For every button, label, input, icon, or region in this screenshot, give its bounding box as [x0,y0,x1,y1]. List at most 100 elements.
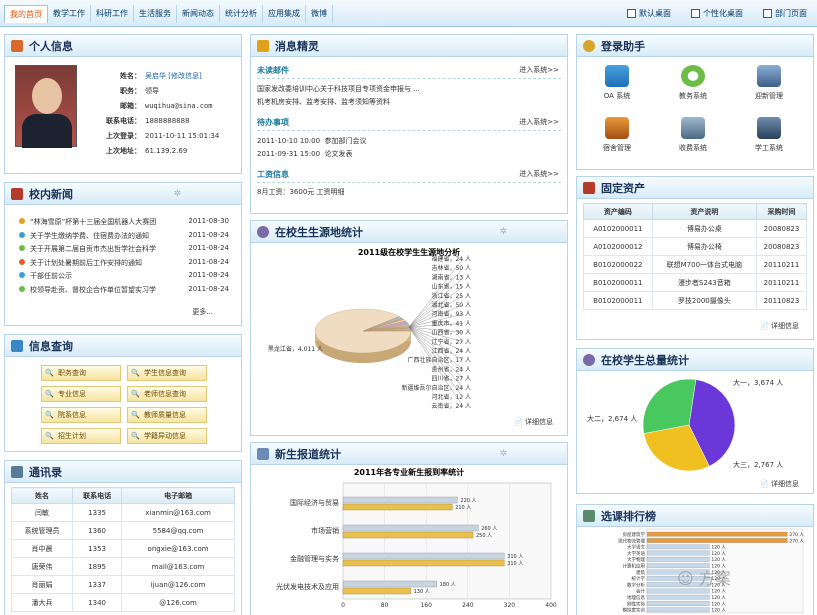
position-query-button[interactable]: 职务查询 [41,365,121,381]
table-row[interactable]: B0102000022 联想M700一体台式电脑 20110211 [583,255,808,274]
table-row[interactable]: 唐荣伟 1895 mail@163.com [10,557,235,576]
bar-plan [342,552,505,560]
table-cell: B0102000011 [583,273,653,292]
table-row[interactable]: 系统管理员 1360 5584@qq.com [10,521,235,540]
teacher-info-query-button[interactable]: 老师信息查询 [127,386,207,402]
major-info-button[interactable]: 专业信息 [41,386,121,402]
checkbox-icon[interactable] [763,9,772,18]
enter-salary-link[interactable]: 进入系统>> [519,169,559,179]
news-item[interactable]: 关于学生缴纳学费、住宿费办法的通知 2011-08-24 [19,231,229,241]
table-cell: @126.com [121,593,235,612]
enrollment-plan-button[interactable]: 招生计划 [41,428,121,444]
table-row[interactable]: B0102000011 罗技2000摄像头 20110823 [583,291,808,310]
news-item[interactable]: 关于计划处暑期前后工作安排的通知 2011-08-24 [19,258,229,268]
mail-item[interactable]: 机考机房安排、监考安排、监考须知等资料 [257,96,420,109]
student-affairs-link[interactable]: 学工系统 [741,117,797,153]
department-info-button[interactable]: 院系信息 [41,407,121,423]
column-header[interactable]: 姓名 [10,487,74,504]
table-cell: 20080823 [755,219,808,238]
news-item[interactable]: 关于开展第二届自贡市杰出哲学社会科学 2011-08-24 [19,244,229,254]
tab-integration[interactable]: 应用集成 [263,5,306,23]
student-info-query-button[interactable]: 学生信息查询 [127,365,207,381]
todo-item[interactable]: 2011-10-10 10:00 参加部门会议 [257,135,367,148]
bar-label: 120 人 [711,601,726,607]
tab-statistics[interactable]: 统计分析 [220,5,263,23]
department-page-option[interactable]: 部门页面 [763,8,807,19]
slice-label: 湖南省，13 人 [431,273,471,281]
house-icon [605,117,629,139]
tab-weibo[interactable]: 微博 [306,5,333,23]
column-header[interactable]: 资产说明 [651,203,757,220]
table-cell: 罗技2000摄像头 [651,291,757,310]
tab-home[interactable]: 我的首页 [4,5,48,23]
mail-item[interactable]: 国家发改委培训中心关于科技项目专项资金申报与 ... [257,83,420,96]
teacher-quality-button[interactable]: 教师质量信息 [127,407,207,423]
checkbox-icon[interactable] [691,9,700,18]
table-row[interactable]: B0102000011 漫步者S243音箱 20110211 [583,273,808,292]
slice-label: 云南省，24 人 [431,402,471,410]
todo-label: 待办事项 [257,118,289,127]
origin-detail-link[interactable]: 📄 详细信息 [514,417,553,427]
enter-todo-link[interactable]: 进入系统>> [519,117,559,127]
oa-icon [605,65,629,87]
table-row[interactable]: 肖中晨 1353 ongxie@163.com [10,539,235,558]
edit-profile-link[interactable]: 吴启华 [修改信息] [145,72,202,80]
todo-list: 2011-10-10 10:00 参加部门会议 2011-09-31 15:00… [257,135,367,161]
bullet-icon [19,272,25,278]
assets-detail-link[interactable]: 📄 详细信息 [760,321,799,331]
fee-system-link[interactable]: 收费系统 [665,117,721,153]
table-row[interactable]: A0102000012 博易办公椅 20080823 [583,237,808,256]
welcome-system-link[interactable]: 迎新管理 [741,65,797,101]
bar [646,607,710,613]
column-header[interactable]: 资产编码 [583,203,653,220]
news-item[interactable]: 校领导赴贡、督校企合作单位暂望实习学 2011-08-24 [19,285,229,295]
oa-system-link[interactable]: OA 系统 [589,65,645,101]
bar-label: 180 人 [440,582,456,588]
academic-system-link[interactable]: 教务系统 [665,65,721,101]
news-item[interactable]: “林海雪原”杯第十三届全国机器人大赛团 2011-08-30 [19,217,229,227]
table-row[interactable]: 肖丽娟 1337 ijuan@126.com [10,575,235,594]
category-label: 房屋建筑学 [623,531,646,538]
table-cell: 1340 [72,593,123,612]
column-header[interactable]: 采购时间 [755,203,808,220]
status-change-button[interactable]: 学籍异动信息 [127,428,207,444]
login-header: 登录助手 [577,35,813,57]
table-row[interactable]: 潘大兵 1340 @126.com [10,593,235,612]
category-label: 计算机应用 [623,563,646,570]
slice-label: 福建省，24 人 [431,255,471,263]
salary-label: 工资信息 [257,170,289,179]
salary-text[interactable]: 8月工资：3600元 工资明细 [257,187,345,197]
bar-label: 120 人 [711,557,726,563]
assets-table-wrap: 资产编码 资产说明 采购时间 A0102000011 博易办公桌 20080823 A01… [577,199,813,314]
column-header[interactable]: 联系电话 [72,487,123,504]
contacts-panel: 通讯录 姓名 联系电话 电子邮箱 闫敏 1335 xianmin@163.com 系统管理… [4,460,242,615]
tab-teaching[interactable]: 教学工作 [48,5,91,23]
top-nav-bar: 我的首页 教学工作 科研工作 生活服务 新闻动态 统计分析 应用集成 微博 默认… [0,0,817,27]
table-cell: 闫敏 [10,503,74,522]
tab-research[interactable]: 科研工作 [91,5,134,23]
bullet-icon [19,245,25,251]
fee-icon [681,117,705,139]
bar-label: 130 人 [414,589,430,595]
news-item[interactable]: 干部任前公示 2011-08-24 [19,271,229,281]
more-news-link[interactable]: 更多... [192,307,213,317]
table-row[interactable]: 闫敏 1335 xianmin@163.com [10,503,235,522]
gear-icon: ✲ [499,226,507,237]
todo-item[interactable]: 2011-09-31 15:00 论文发表 [257,148,367,161]
dorm-system-link[interactable]: 宿舍管理 [589,117,645,153]
gear-icon: ✲ [499,448,507,459]
chart-title: 2011年各专业新生报到率统计 [354,467,464,477]
default-desktop-option[interactable]: 默认桌面 [627,8,671,19]
desktop-options: 默认桌面 个性化桌面 部门页面 [627,8,807,19]
column-header[interactable]: 电子邮箱 [121,487,235,504]
checkbox-icon[interactable] [627,9,636,18]
students-detail-link[interactable]: 📄 详细信息 [760,479,799,489]
category-label: 国际经济与贸易 [290,498,339,507]
custom-desktop-option[interactable]: 个性化桌面 [691,8,743,19]
tab-news[interactable]: 新闻动态 [177,5,220,23]
table-row[interactable]: A0102000011 博易办公桌 20080823 [583,219,808,238]
tab-life-service[interactable]: 生活服务 [134,5,177,23]
enter-mail-link[interactable]: 进入系统>> [519,65,559,75]
slice-label: 山东省，15 人 [431,283,471,291]
ranking-panel: 选课排行榜 房屋建筑学 270 人现代物流管理 270 人大学语文 120 人大学英语… [576,504,814,615]
